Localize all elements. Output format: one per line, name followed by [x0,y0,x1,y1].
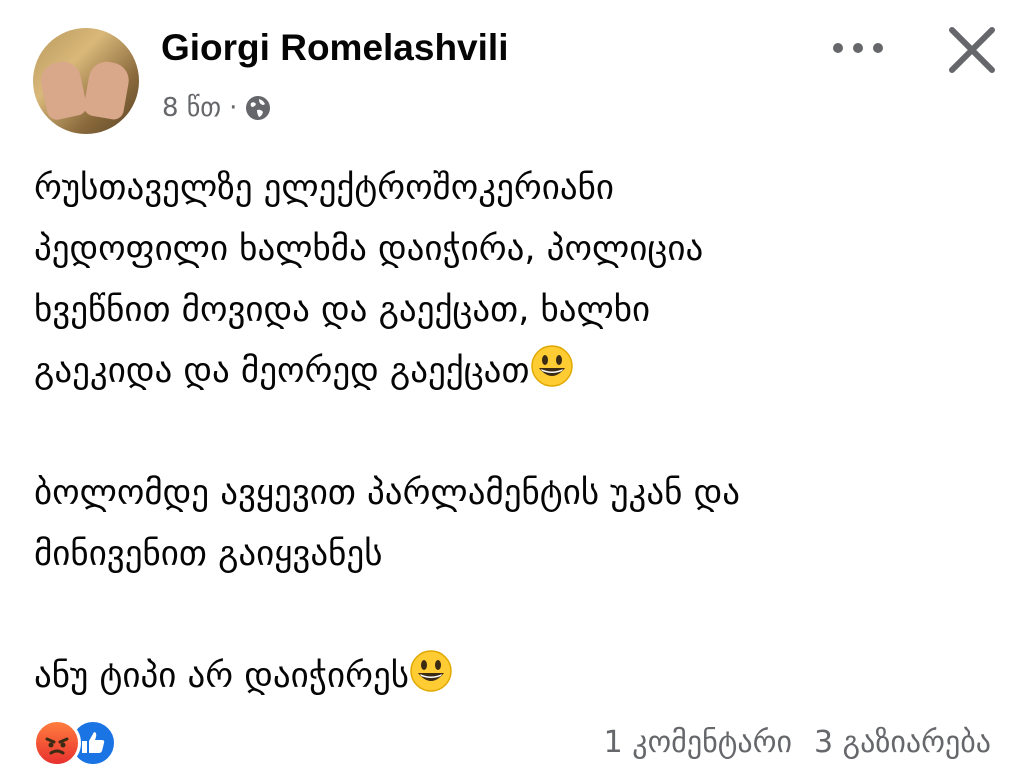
grinning-face-emoji-icon [530,345,573,387]
post-paragraph: ბოლომდე ავყევით პარლამენტის უკან და მინი… [34,463,994,585]
close-icon[interactable] [944,22,1000,78]
post-header: Giorgi Romelashvili 8 წთ · [0,0,1024,150]
reaction-summary[interactable] [33,719,117,767]
author-name[interactable]: Giorgi Romelashvili [161,24,508,72]
post-footer: 1 კომენტარი 3 გაზიარება [0,705,1024,775]
post-line: გაეკიდა და მეორედ გაექცათ [34,341,994,402]
globe-icon[interactable] [245,95,271,121]
post-paragraph: ანუ ტიპი არ დაიჭირეს [34,646,994,707]
more-options-icon[interactable] [828,30,888,66]
post-text: რუსთაველზე ელექტროშოკერიანი პედოფილი ხალ… [34,158,994,707]
post-line: მინივენით გაიყვანეს [34,534,383,574]
post-line: პედოფილი ხალხმა დაიჭირა, პოლიცია [34,229,704,269]
avatar-image-hand [37,58,89,122]
post-line: ხვეწნით მოვიდა და გაექცათ, ხალხი [34,290,651,330]
post-line: ანუ ტიპი არ დაიჭირეს [34,646,994,707]
engagement-counts: 1 კომენტარი 3 გაზიარება [604,723,991,763]
post-time[interactable]: 8 წთ [162,93,221,123]
grinning-face-emoji-icon [410,650,452,692]
comment-count[interactable]: 1 კომენტარი [604,723,792,763]
meta-separator: · [229,93,238,123]
post-meta: 8 წთ · [162,88,271,128]
avatar-image-hand [82,58,132,122]
post-line: ბოლომდე ავყევით პარლამენტის უკან და [34,473,740,513]
post-paragraph: რუსთაველზე ელექტროშოკერიანი პედოფილი ხალ… [34,158,994,402]
post-line-text: გაეკიდა და მეორედ გაექცათ [34,351,530,391]
post-line: რუსთაველზე ელექტროშოკერიანი [34,168,615,208]
avatar[interactable] [33,28,139,134]
angry-reaction-icon [33,719,81,767]
post-line-text: ანუ ტიპი არ დაიჭირეს [34,656,410,696]
share-count[interactable]: 3 გაზიარება [814,723,991,763]
